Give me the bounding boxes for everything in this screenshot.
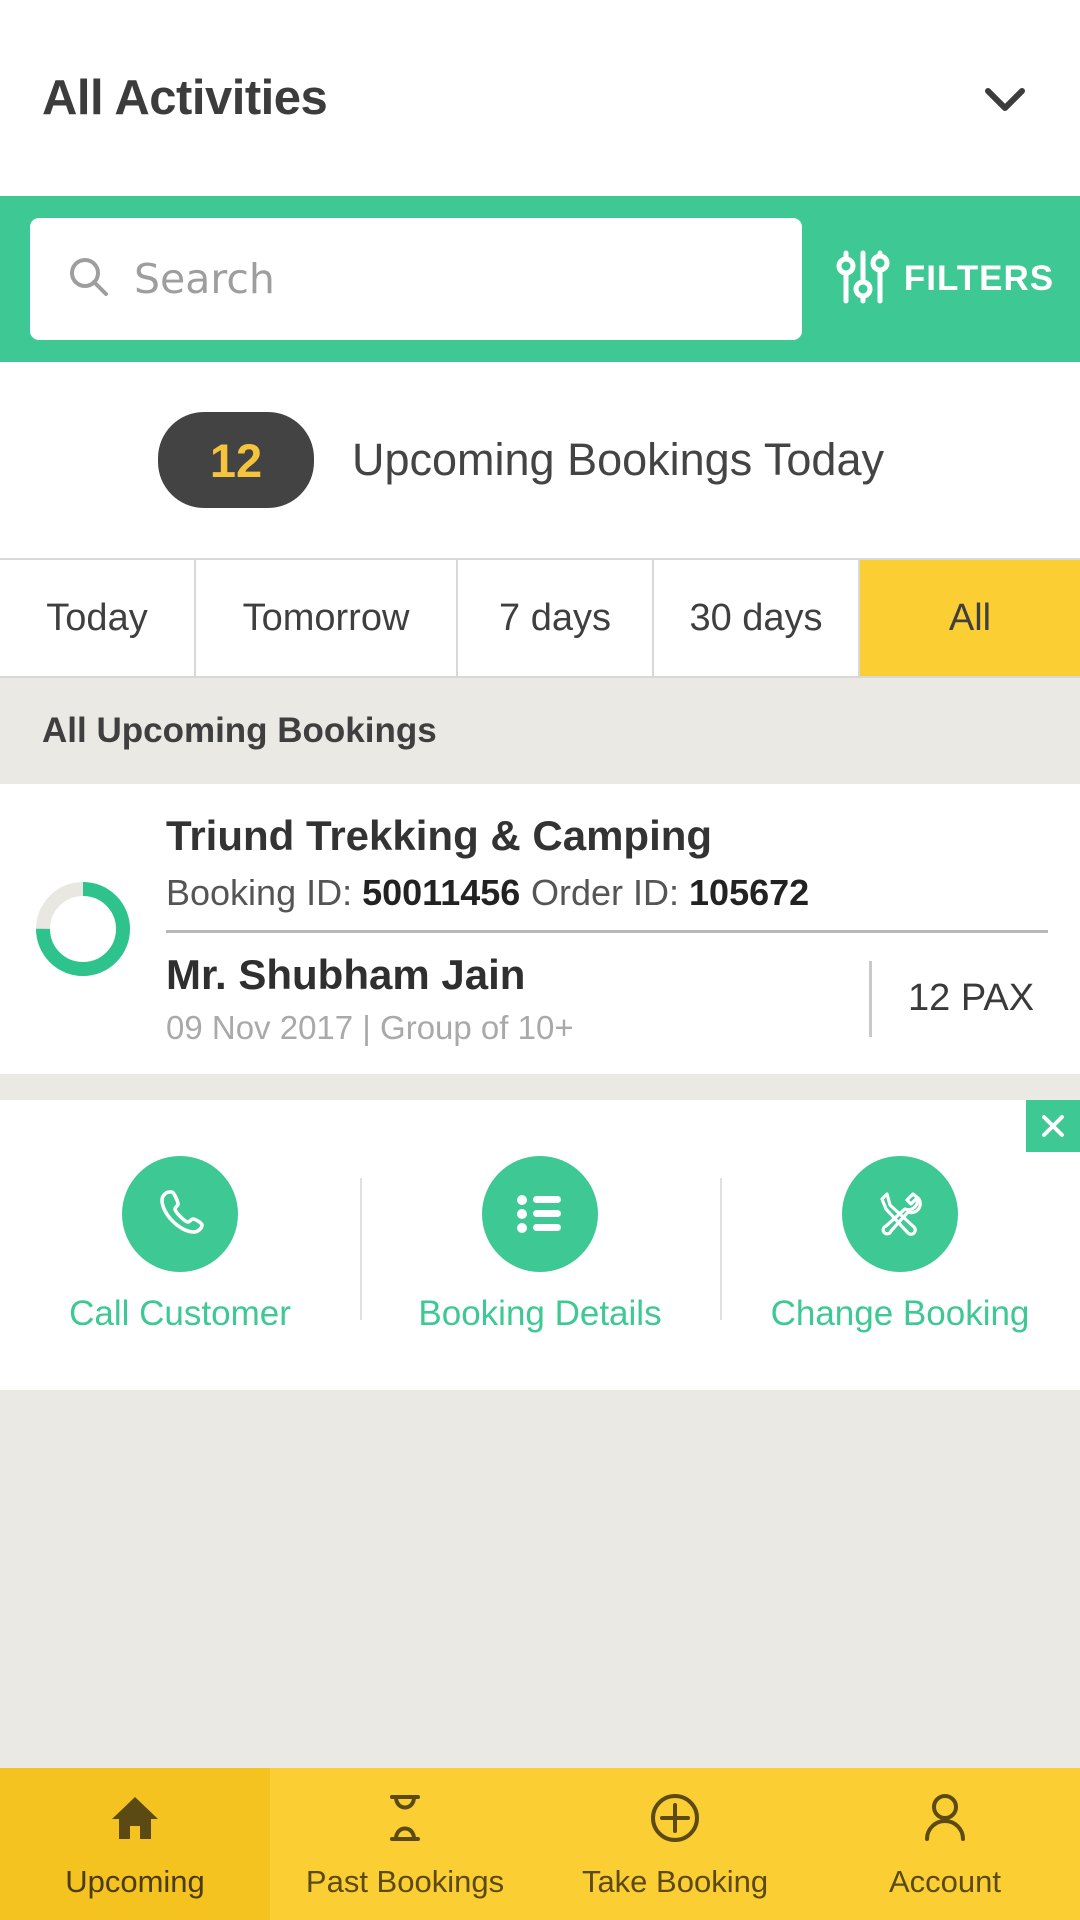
customer-row: Mr. Shubham Jain 09 Nov 2017 | Group of … (166, 951, 1048, 1047)
page-header: All Activities (0, 0, 1080, 196)
chevron-down-icon[interactable] (974, 67, 1036, 129)
filters-label: FILTERS (903, 259, 1055, 298)
change-booking-label: Change Booking (770, 1294, 1030, 1333)
booking-id-value: 50011456 (362, 871, 521, 913)
change-booking-button[interactable]: Change Booking (720, 1156, 1080, 1334)
bottom-navigation: Upcoming Past Bookings Take Booking Acco… (0, 1768, 1080, 1920)
upcoming-summary: 12 Upcoming Bookings Today (0, 362, 1080, 558)
sliders-icon (836, 249, 890, 310)
nav-label-past-bookings: Past Bookings (305, 1863, 505, 1899)
pax-block: 12 PAX (869, 960, 1048, 1037)
nav-item-account[interactable]: Account (810, 1768, 1080, 1920)
customer-name: Mr. Shubham Jain (166, 950, 526, 998)
tab-today[interactable]: Today (0, 560, 196, 676)
upcoming-count-badge: 12 (158, 412, 314, 508)
quick-actions-panel: Call Customer Booking Details Change Boo… (0, 1100, 1080, 1390)
activity-name: Triund Trekking & Camping (166, 811, 713, 859)
list-icon (482, 1156, 598, 1272)
tab-30-days[interactable]: 30 days (654, 560, 860, 676)
customer-info: Mr. Shubham Jain 09 Nov 2017 | Group of … (166, 951, 869, 1047)
booking-ids: Booking ID: 50011456 Order ID: 105672 (166, 872, 1048, 914)
tab-all[interactable]: All (860, 560, 1080, 676)
call-customer-label: Call Customer (69, 1294, 291, 1333)
booking-card-body: Triund Trekking & Camping Booking ID: 500… (166, 812, 1080, 1047)
empty-list-area (0, 1390, 1080, 1752)
phone-icon (122, 1156, 238, 1272)
app-screen: All Activities Search FILTERS 12 Upcomin… (0, 0, 1080, 1920)
date-filter-tabs: Today Tomorrow 7 days 30 days All (0, 558, 1080, 678)
customer-meta: 09 Nov 2017 | Group of 10+ (166, 1008, 574, 1046)
search-input[interactable]: Search (30, 218, 802, 340)
plus-circle-icon (646, 1789, 704, 1852)
hourglass-icon (376, 1789, 434, 1852)
section-header: All Upcoming Bookings (0, 678, 1080, 784)
booking-details-button[interactable]: Booking Details (360, 1156, 720, 1334)
search-placeholder: Search (134, 255, 275, 303)
pax-value: 12 PAX (908, 977, 1035, 1019)
booking-details-label: Booking Details (418, 1294, 662, 1333)
person-icon (916, 1789, 974, 1852)
close-icon[interactable] (1026, 1100, 1080, 1152)
order-id-label: Order ID: (531, 871, 680, 913)
home-icon (106, 1789, 164, 1852)
filters-button[interactable]: FILTERS (802, 196, 1080, 362)
upcoming-count-value: 12 (209, 433, 263, 487)
booking-card[interactable]: Triund Trekking & Camping Booking ID: 500… (0, 784, 1080, 1074)
nav-label-account: Account (888, 1863, 1001, 1899)
tab-tomorrow[interactable]: Tomorrow (196, 560, 458, 676)
nav-item-past-bookings[interactable]: Past Bookings (270, 1768, 540, 1920)
order-id-value: 105672 (689, 871, 810, 913)
booking-id-label: Booking ID: (166, 871, 353, 913)
upcoming-count-label: Upcoming Bookings Today (352, 434, 884, 485)
nav-item-take-booking[interactable]: Take Booking (540, 1768, 810, 1920)
nav-label-take-booking: Take Booking (581, 1863, 769, 1899)
nav-label-upcoming: Upcoming (65, 1863, 205, 1899)
card-divider (166, 929, 1048, 933)
tab-7-days[interactable]: 7 days (458, 560, 654, 676)
nav-item-upcoming[interactable]: Upcoming (0, 1768, 270, 1920)
order-id: Order ID: 105672 (531, 872, 809, 914)
search-bar: Search FILTERS (0, 196, 1080, 362)
card-gap (0, 1074, 1080, 1100)
booking-id: Booking ID: 50011456 (166, 872, 531, 914)
progress-ring-icon (0, 877, 166, 981)
section-title: All Upcoming Bookings (42, 711, 437, 750)
call-customer-button[interactable]: Call Customer (0, 1156, 360, 1334)
pax-separator (869, 960, 872, 1037)
tools-icon (842, 1156, 958, 1272)
search-icon (66, 254, 112, 305)
page-title: All Activities (42, 71, 328, 125)
